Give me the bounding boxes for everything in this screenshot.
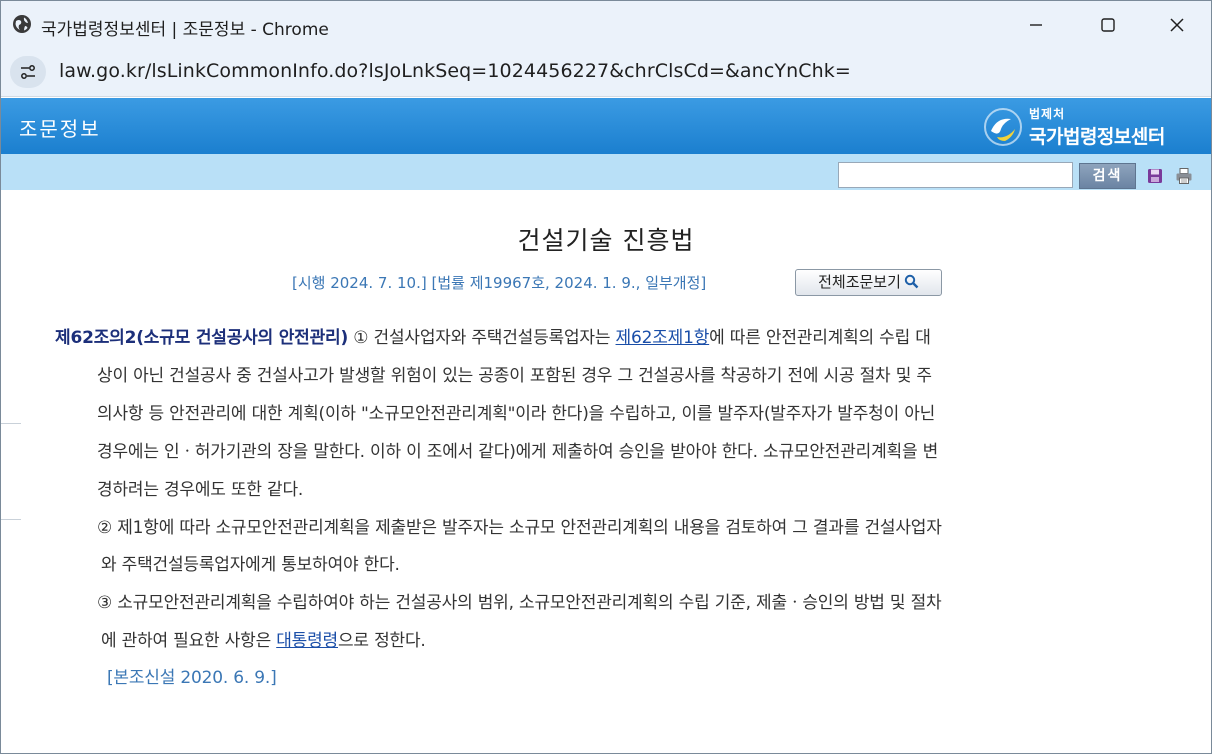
law-enforcement-info: [시행 2024. 7. 10.] [법률 제19967호, 2024. 1. … — [292, 274, 707, 292]
law-center-logo: 법제처 국가법령정보센터 — [983, 105, 1193, 149]
article-line-8: ③ 소규모안전관리계획을 수립하여야 하는 건설공사의 범위, 소규모안전관리계… — [97, 593, 942, 613]
browser-window: 국가법령정보센터 | 조문정보 - Chrome law.go.kr/lsLin… — [0, 0, 1212, 754]
magnifier-icon — [904, 274, 919, 289]
url-text[interactable]: law.go.kr/lsLinkCommonInfo.do?lsJoLnkSeq… — [59, 60, 851, 82]
link-article-62[interactable]: 제62조 — [616, 328, 668, 348]
save-icon[interactable] — [1145, 166, 1165, 186]
article-heading: 제62조의2(소규모 건설공사의 안전관리) — [55, 328, 349, 348]
window-title: 국가법령정보센터 | 조문정보 - Chrome — [41, 20, 329, 40]
link-presidential-decree[interactable]: 대통령령 — [276, 631, 338, 651]
margin-rule — [1, 519, 21, 520]
site-info-button[interactable] — [10, 56, 46, 88]
article-line-1: 제62조의2(소규모 건설공사의 안전관리) ① 건설사업자와 주택건설등록업자… — [55, 323, 931, 348]
article-note: [본조신설 2020. 6. 9.] — [107, 668, 277, 688]
close-icon — [1170, 18, 1184, 32]
maximize-button[interactable] — [1073, 1, 1143, 49]
article-line-7: 와 주택건설등록업자에게 통보하여야 한다. — [101, 555, 400, 575]
paragraph-3-text-a: 에 관하여 필요한 사항은 — [101, 631, 277, 651]
paragraph-3-text-b: 으로 정한다. — [337, 631, 426, 651]
full-text-button-label: 전체조문보기 — [818, 273, 901, 291]
tune-icon — [21, 65, 35, 79]
paragraph-1-text-a: ① 건설사업자와 주택건설등록업자는 — [348, 328, 616, 348]
article-line-3: 의사항 등 안전관리에 대한 계획(이하 "소규모안전관리계획"이라 한다)을 … — [97, 404, 936, 424]
print-icon[interactable] — [1174, 166, 1194, 186]
article-line-9: 에 관하여 필요한 사항은 대통령령으로 정한다. — [101, 626, 426, 651]
logo-small-text: 법제처 — [1029, 107, 1066, 121]
article-line-4: 경우에는 인ㆍ허가기관의 장을 말한다. 이하 이 조에서 같다)에게 제출하여… — [97, 442, 939, 462]
full-text-button[interactable]: 전체조문보기 — [795, 269, 942, 296]
paragraph-1-text-b: 에 따른 안전관리계획의 수립 대 — [709, 328, 931, 348]
minimize-button[interactable] — [1001, 1, 1071, 49]
link-paragraph-1[interactable]: 제1항 — [668, 328, 710, 348]
close-button[interactable] — [1142, 1, 1211, 49]
margin-rule — [1, 423, 21, 424]
article-line-6: ② 제1항에 따라 소규모안전관리계획을 제출받은 발주자는 소규모 안전관리계… — [97, 518, 942, 538]
logo-swirl-icon — [984, 108, 1022, 146]
logo-big-text: 국가법령정보센터 — [1029, 126, 1165, 148]
search-button[interactable]: 검색 — [1079, 163, 1136, 189]
minimize-icon — [1030, 24, 1042, 26]
page-header-title: 조문정보 — [19, 117, 101, 141]
globe-icon — [13, 15, 31, 33]
article-line-5: 경하려는 경우에도 또한 같다. — [97, 480, 304, 500]
search-input[interactable] — [838, 162, 1073, 188]
maximize-icon — [1101, 18, 1115, 32]
article-line-2: 상이 아닌 건설공사 중 건설사고가 발생할 위험이 있는 공종이 포함된 경우… — [97, 366, 932, 386]
law-title: 건설기술 진흥법 — [517, 226, 695, 255]
title-bar: 국가법령정보센터 | 조문정보 - Chrome — [1, 1, 1211, 49]
